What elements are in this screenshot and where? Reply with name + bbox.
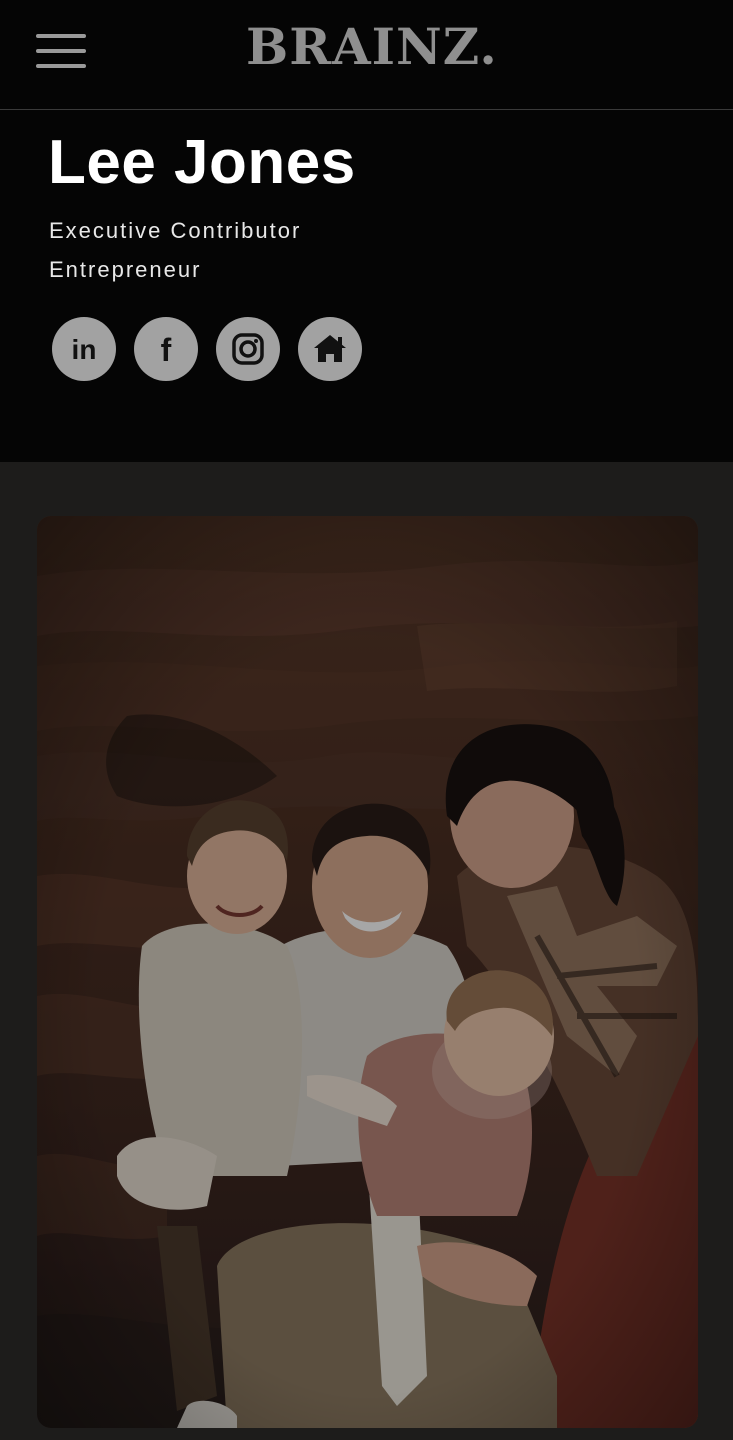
linkedin-icon: in bbox=[72, 334, 97, 365]
family-photo-illustration bbox=[37, 516, 698, 1428]
top-navigation-bar: BRAINZ. bbox=[0, 0, 733, 110]
instagram-link[interactable] bbox=[216, 317, 280, 381]
instagram-icon bbox=[232, 333, 264, 365]
linkedin-link[interactable]: in bbox=[52, 317, 116, 381]
author-role-subtitle: Entrepreneur bbox=[49, 257, 202, 282]
hamburger-menu-icon[interactable] bbox=[36, 34, 88, 72]
author-role-title: Executive Contributor bbox=[49, 218, 302, 243]
brand-logo[interactable]: BRAINZ. bbox=[246, 22, 498, 72]
profile-content bbox=[0, 462, 733, 1440]
svg-text:f: f bbox=[161, 332, 172, 368]
website-link[interactable] bbox=[298, 317, 362, 381]
profile-header: Lee Jones Executive Contributor Entrepre… bbox=[0, 110, 733, 462]
menu-line bbox=[36, 34, 86, 38]
facebook-icon: f bbox=[161, 332, 172, 368]
author-name: Lee Jones bbox=[48, 128, 356, 197]
svg-text:in: in bbox=[72, 334, 97, 365]
social-links: in f bbox=[52, 317, 362, 383]
menu-line bbox=[36, 49, 86, 53]
facebook-link[interactable]: f bbox=[134, 317, 198, 381]
home-icon bbox=[314, 335, 346, 362]
author-family-photo bbox=[37, 516, 698, 1428]
menu-line bbox=[36, 64, 86, 68]
